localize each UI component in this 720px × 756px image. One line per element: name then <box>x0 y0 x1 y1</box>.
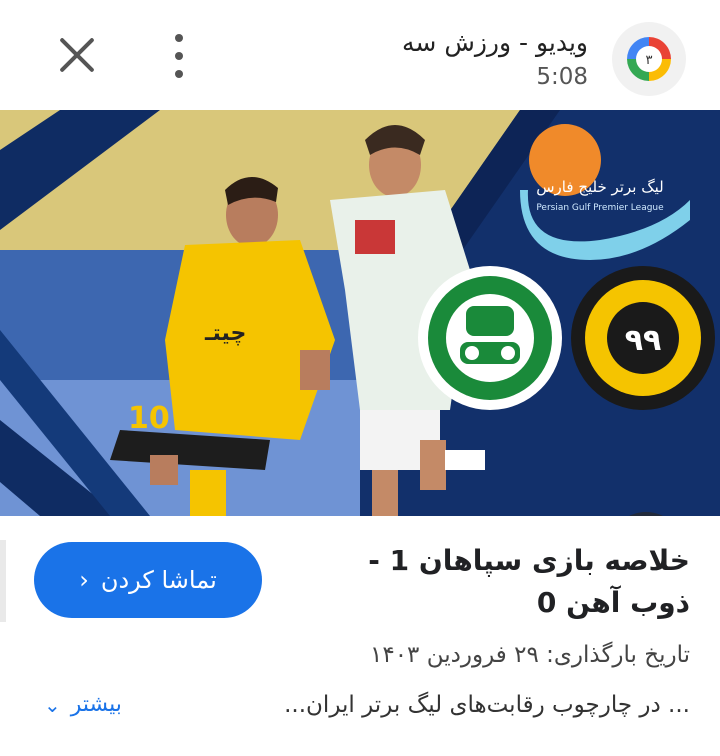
svg-text:چیتـ: چیتـ <box>204 321 246 346</box>
channel-logo[interactable]: ۳ <box>612 22 686 96</box>
video-header: ویدیو - ورزش سه 5:08 ۳ <box>0 0 720 110</box>
edge-scroll-indicator <box>0 540 6 622</box>
more-vertical-icon[interactable] <box>164 34 194 78</box>
chevron-down-icon: ⌄ <box>44 692 61 717</box>
league-logo-subtext: Persian Gulf Premier League <box>536 203 664 213</box>
watch-button-label: تماشا کردن <box>100 566 217 594</box>
more-button-label: بیشتر <box>70 692 122 717</box>
video-thumbnail[interactable]: چیتـ 10 لیگ برتر خلیج فارس Persian Gulf … <box>0 110 720 516</box>
league-logo-text: لیگ برتر خلیج فارس <box>536 178 663 196</box>
svg-text:۹۹: ۹۹ <box>625 323 662 358</box>
video-duration: 5:08 <box>536 64 588 90</box>
video-title: خلاصه بازی سپاهان 1 - ذوب آهن 0 <box>368 544 690 619</box>
chevron-left-icon: ‹ <box>79 566 89 594</box>
channel-title: ویدیو - ورزش سه <box>402 28 588 57</box>
close-icon[interactable] <box>56 34 98 76</box>
upload-date: تاریخ بارگذاری: ۲۹ فروردین ۱۴۰۳ <box>369 642 690 668</box>
video-description: ... در چارچوب رقابت‌های لیگ برتر ایران..… <box>284 692 690 718</box>
more-button[interactable]: بیشتر ⌄ <box>44 692 122 717</box>
svg-text:10: 10 <box>128 401 170 436</box>
svg-text:۳: ۳ <box>646 53 653 68</box>
watch-button[interactable]: تماشا کردن ‹ <box>34 542 262 618</box>
